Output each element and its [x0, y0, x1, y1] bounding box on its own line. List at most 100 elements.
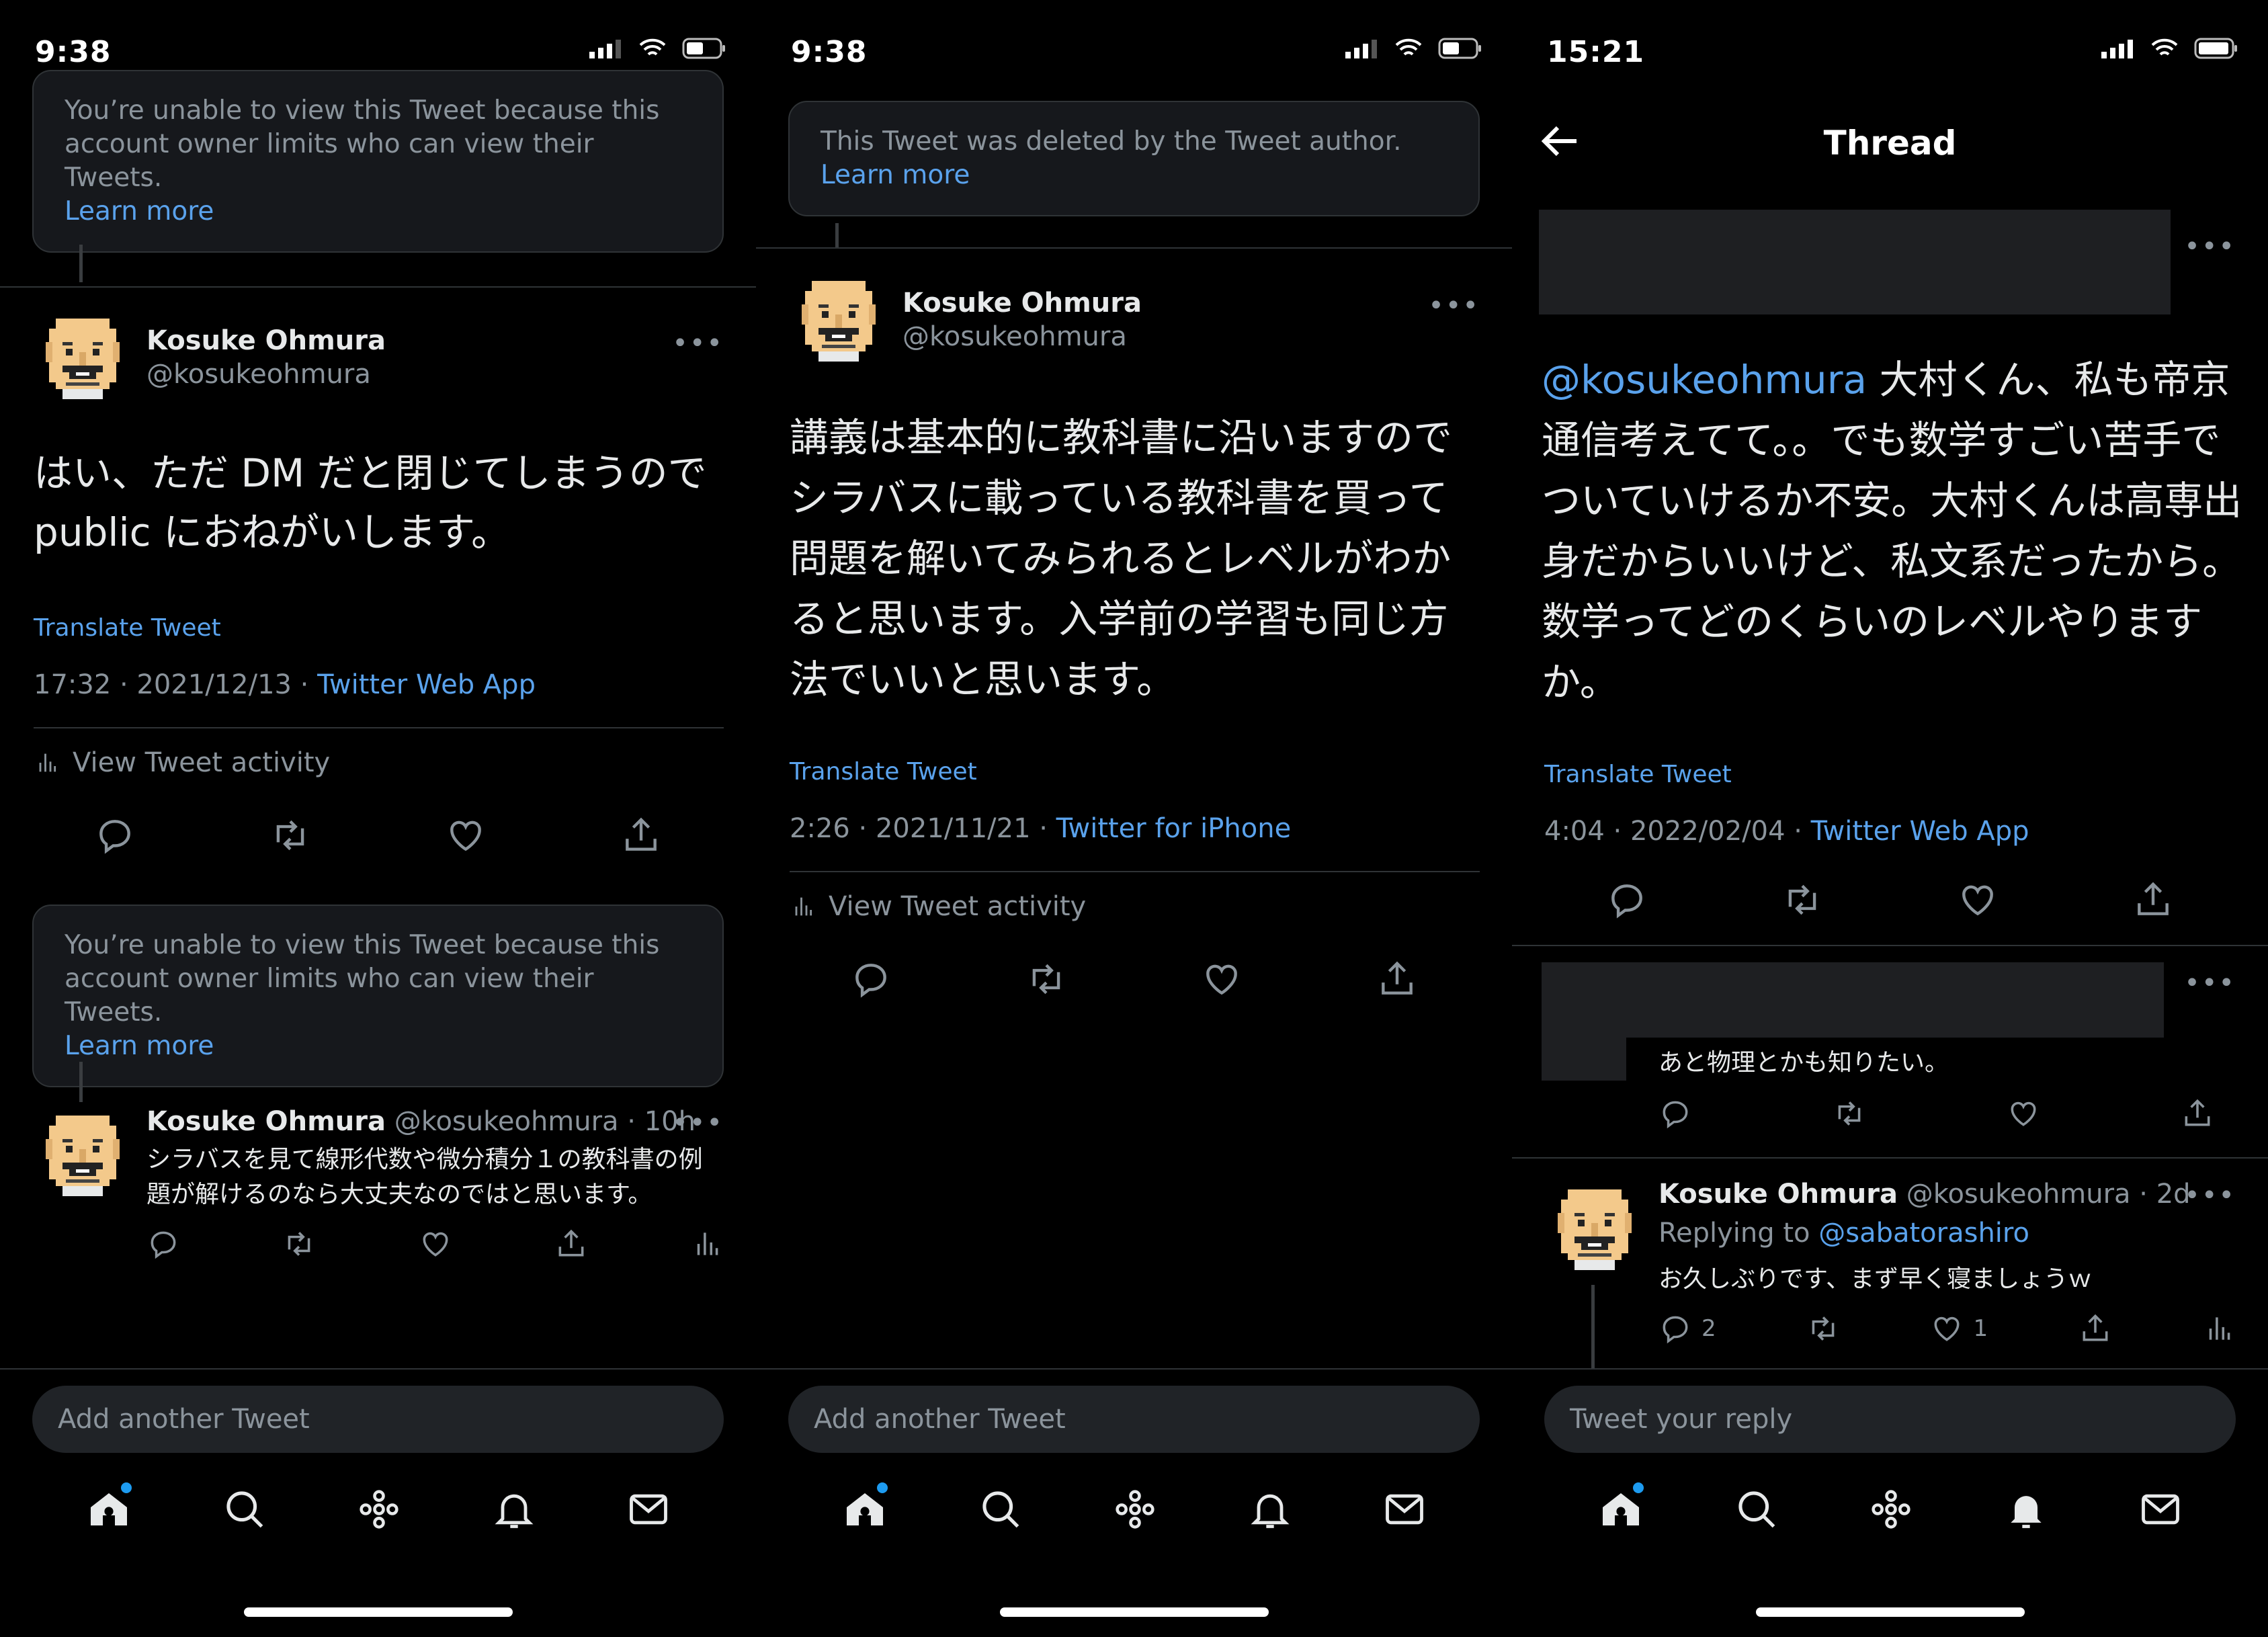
avatar[interactable] [39, 312, 126, 406]
tab-notifications[interactable] [2003, 1486, 2049, 1532]
notification-dot [877, 1482, 888, 1493]
like-icon[interactable] [2007, 1097, 2040, 1130]
retweet-icon[interactable] [269, 814, 311, 856]
share-icon[interactable] [554, 1227, 588, 1261]
retweet-action[interactable] [1806, 1312, 1840, 1345]
spaces-icon [1868, 1486, 1914, 1532]
more-options-icon[interactable]: ••• [1428, 290, 1480, 321]
stats-action[interactable] [2202, 1312, 2236, 1345]
reply-icon [1658, 1312, 1692, 1345]
tweet-body: 大村くん、私も帝京通信考えてて。。でも数学すごい苦手でついていけるか不安。大村く… [1542, 357, 2242, 705]
reply-action[interactable]: 2 [1658, 1312, 1716, 1345]
translate-tweet-link[interactable]: Translate Tweet [1544, 761, 1732, 788]
retweet-icon[interactable] [1025, 958, 1067, 1000]
avatar[interactable] [795, 274, 882, 368]
like-icon[interactable] [419, 1227, 452, 1261]
like-action[interactable]: 1 [1930, 1312, 1988, 1345]
screen-2: 9:38 This Tweet was deleted by the Tweet… [756, 0, 1512, 1637]
tab-notifications[interactable] [1247, 1486, 1293, 1532]
tab-home[interactable] [1597, 1482, 1645, 1534]
tab-search[interactable] [978, 1486, 1023, 1532]
mail-icon [1382, 1486, 1427, 1532]
bell-icon [1247, 1486, 1293, 1532]
reply-count: 2 [1702, 1315, 1716, 1342]
retweet-icon[interactable] [1833, 1097, 1866, 1130]
more-options-icon[interactable]: ••• [672, 1107, 724, 1138]
reply-icon[interactable] [146, 1227, 180, 1261]
tweet-timestamp: 17:32 · 2021/12/13 · [34, 669, 318, 700]
spaces-icon [356, 1486, 402, 1532]
bell-icon [491, 1486, 537, 1532]
tab-notifications[interactable] [491, 1486, 537, 1532]
divider [790, 871, 1480, 872]
stats-icon[interactable] [690, 1227, 724, 1261]
tweet-source-link[interactable]: Twitter Web App [317, 669, 536, 700]
status-time: 9:38 [35, 35, 112, 69]
reply-icon[interactable] [1658, 1097, 1692, 1130]
tweet-meta: 4:04 · 2022/02/04 · Twitter Web App [1544, 816, 2029, 847]
reply-icon[interactable] [94, 814, 136, 856]
reply-input[interactable]: Tweet your reply [1544, 1386, 2236, 1453]
tab-messages[interactable] [626, 1486, 671, 1532]
tab-messages[interactable] [2138, 1486, 2183, 1532]
view-activity-label: View Tweet activity [829, 891, 1087, 922]
share-action[interactable] [2078, 1312, 2112, 1345]
tweet-source-link[interactable]: Twitter for iPhone [1056, 813, 1292, 844]
avatar[interactable] [1551, 1183, 1638, 1277]
retweet-icon[interactable] [282, 1227, 316, 1261]
reply-header: Kosuke Ohmura @kosukeohmura · 10h [146, 1106, 696, 1137]
view-tweet-activity[interactable]: View Tweet activity [34, 747, 330, 778]
compose-input[interactable]: Add another Tweet [32, 1386, 724, 1453]
tweet-timestamp: 4:04 · 2022/02/04 · [1544, 816, 1811, 847]
signal-icon [2101, 40, 2133, 58]
status-icons [1345, 38, 1482, 59]
tab-messages[interactable] [1382, 1486, 1427, 1532]
home-indicator [999, 1607, 1269, 1617]
more-options-icon[interactable]: ••• [2184, 231, 2236, 262]
author-name[interactable]: Kosuke Ohmura [146, 325, 386, 356]
more-options-icon[interactable]: ••• [2184, 968, 2236, 999]
learn-more-link[interactable]: Learn more [821, 160, 970, 190]
replying-to-link[interactable]: @sabatorashiro [1818, 1218, 2029, 1249]
tab-bar [756, 1482, 1512, 1534]
restricted-tweet-notice: You’re unable to view this Tweet because… [32, 905, 724, 1087]
tab-spaces[interactable] [356, 1486, 402, 1532]
tab-search[interactable] [222, 1486, 267, 1532]
reply-icon[interactable] [1606, 879, 1648, 921]
reply-author-name[interactable]: Kosuke Ohmura [1658, 1179, 1898, 1210]
tweet-source-link[interactable]: Twitter Web App [1811, 816, 2029, 847]
redacted-avatar [1542, 1038, 1626, 1081]
tab-spaces[interactable] [1868, 1486, 1914, 1532]
tab-home[interactable] [85, 1482, 133, 1534]
retweet-icon[interactable] [1781, 879, 1823, 921]
tab-search[interactable] [1734, 1486, 1779, 1532]
like-icon[interactable] [1201, 958, 1243, 1000]
compose-input[interactable]: Add another Tweet [788, 1386, 1480, 1453]
view-tweet-activity[interactable]: View Tweet activity [790, 891, 1086, 922]
learn-more-link[interactable]: Learn more [65, 196, 214, 226]
learn-more-link[interactable]: Learn more [65, 1031, 214, 1061]
view-activity-label: View Tweet activity [73, 747, 331, 778]
like-icon[interactable] [1957, 879, 1999, 921]
mail-icon [2138, 1486, 2183, 1532]
share-icon[interactable] [2181, 1097, 2214, 1130]
share-icon[interactable] [1376, 958, 1418, 1000]
tab-bar [0, 1482, 756, 1534]
share-icon[interactable] [620, 814, 662, 856]
like-icon[interactable] [445, 814, 487, 856]
avatar[interactable] [39, 1109, 126, 1203]
more-options-icon[interactable]: ••• [672, 328, 724, 359]
share-icon[interactable] [2132, 879, 2174, 921]
author-handle[interactable]: @kosukeohmura [902, 321, 1127, 352]
tab-home[interactable] [841, 1482, 889, 1534]
reply-author-name[interactable]: Kosuke Ohmura [146, 1106, 386, 1137]
tab-spaces[interactable] [1112, 1486, 1158, 1532]
mention-link[interactable]: @kosukeohmura [1542, 357, 1867, 403]
author-handle[interactable]: @kosukeohmura [146, 359, 371, 390]
author-name[interactable]: Kosuke Ohmura [902, 288, 1142, 319]
reply-icon[interactable] [850, 958, 892, 1000]
translate-tweet-link[interactable]: Translate Tweet [34, 614, 221, 642]
translate-tweet-link[interactable]: Translate Tweet [790, 758, 977, 786]
battery-icon [1438, 38, 1481, 59]
more-options-icon[interactable]: ••• [2184, 1180, 2236, 1211]
